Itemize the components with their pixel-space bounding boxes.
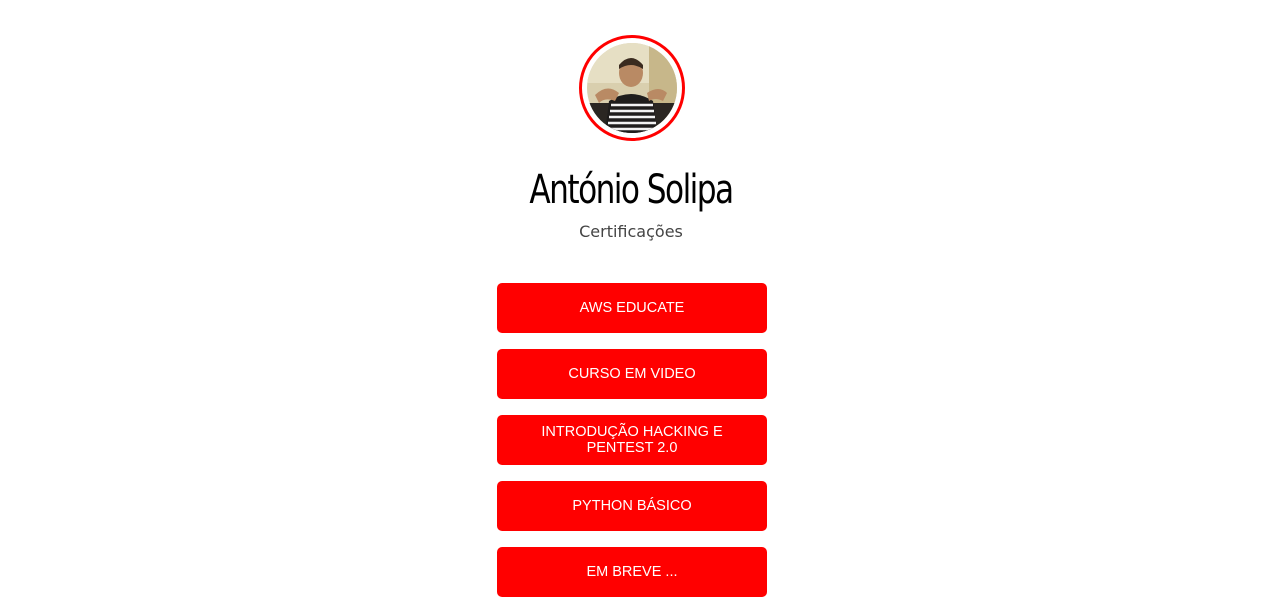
avatar [587,43,677,133]
link-list: AWS EDUCATE CURSO EM VIDEO INTRODUÇÃO HA… [497,283,767,612]
link-button-curso-em-video[interactable]: CURSO EM VIDEO [497,349,767,399]
profile-photo [587,43,677,133]
linktree-page: António Solipa Certificações AWS EDUCATE… [0,0,1280,612]
link-button-python-basico[interactable]: PYTHON BÁSICO [497,481,767,531]
link-button-aws-educate[interactable]: AWS EDUCATE [497,283,767,333]
profile-subtitle: Certificações [579,222,683,241]
avatar-ring [579,35,685,141]
link-button-em-breve[interactable]: EM BREVE ... [497,547,767,597]
link-button-hacking-pentest[interactable]: INTRODUÇÃO HACKING E PENTEST 2.0 [497,415,767,465]
profile-name: António Solipa [529,167,734,213]
